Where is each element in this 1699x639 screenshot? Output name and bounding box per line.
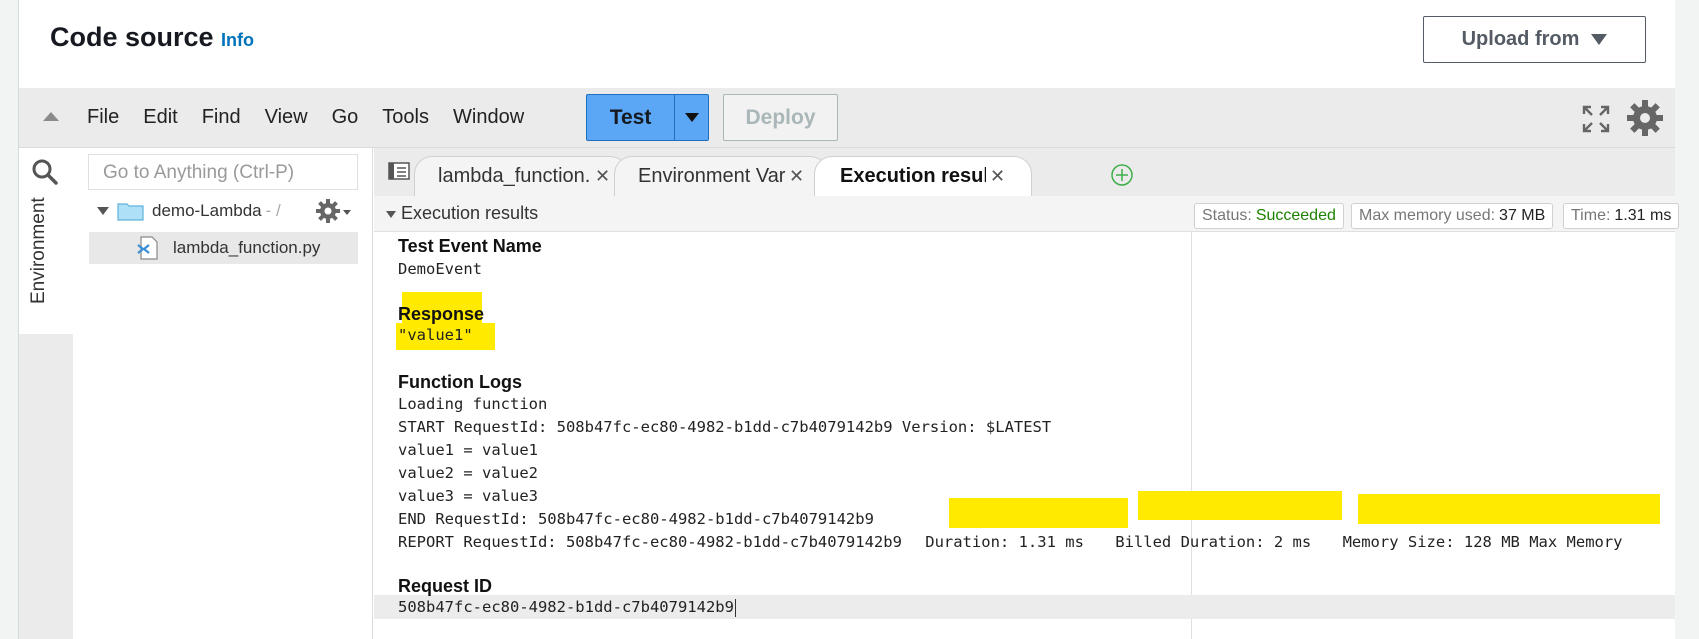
tab-list-icon[interactable] xyxy=(388,162,410,180)
log-line: value2 = value2 xyxy=(398,464,538,482)
request-id-value: 508b47fc-ec80-4982-b1dd-c7b4079142b9 xyxy=(398,598,734,616)
time-badge: Time: 1.31 ms xyxy=(1563,203,1680,229)
folder-path: - / xyxy=(265,201,281,220)
ide-toolbar: File Edit Find View Go Tools Window Test… xyxy=(19,88,1675,148)
status-value: Succeeded xyxy=(1255,207,1336,224)
deploy-button[interactable]: Deploy xyxy=(723,94,838,141)
caret-down-icon[interactable] xyxy=(97,207,109,215)
tab-label: Environment Vari xyxy=(638,164,785,187)
report-billed-duration: Billed Duration: 2 ms xyxy=(1115,533,1312,551)
tree-folder-demo-lambda[interactable]: demo-Lambda - / xyxy=(97,196,281,226)
file-tree-panel: Go to Anything (Ctrl-P) Environment demo… xyxy=(19,148,373,639)
log-line: START RequestId: 508b47fc-ec80-4982-b1dd… xyxy=(398,418,1052,436)
log-line: END RequestId: 508b47fc-ec80-4982-b1dd-c… xyxy=(398,510,874,528)
tab-lambda-function[interactable]: lambda_function. ✕ xyxy=(438,156,610,196)
execution-results-title[interactable]: Execution results xyxy=(401,203,538,224)
caret-down-icon xyxy=(1591,34,1608,45)
log-line: value1 = value1 xyxy=(398,441,538,459)
file-name: lambda_function.py xyxy=(173,238,321,257)
test-event-value: DemoEvent xyxy=(398,260,482,278)
report-duration: Duration: 1.31 ms xyxy=(925,533,1084,551)
tab-environment-variables[interactable]: Environment Vari ✕ xyxy=(638,156,804,196)
time-label: Time: xyxy=(1571,207,1611,224)
report-memory-size: Memory Size: 128 MB Max Memory xyxy=(1342,533,1623,551)
chevron-down-icon[interactable] xyxy=(343,210,351,215)
info-link[interactable]: Info xyxy=(221,30,254,51)
ide-frame: Code source Info Upload from File Edit F… xyxy=(18,0,1680,639)
text-cursor xyxy=(734,598,736,617)
test-button[interactable]: Test xyxy=(587,95,675,140)
menu-view[interactable]: View xyxy=(265,106,308,129)
menu-tools[interactable]: Tools xyxy=(382,106,429,129)
chevron-up-icon[interactable] xyxy=(43,112,59,121)
request-id-line[interactable]: 508b47fc-ec80-4982-b1dd-c7b4079142b9 xyxy=(398,598,736,617)
response-heading: Response xyxy=(398,304,485,324)
test-dropdown-button[interactable] xyxy=(675,95,708,140)
side-rail: Environment xyxy=(19,196,73,639)
gear-icon[interactable] xyxy=(315,198,341,224)
editor-tab-bar: lambda_function. ✕ Environment Vari ✕ Ex… xyxy=(374,148,1675,196)
caret-down-icon[interactable] xyxy=(386,211,396,218)
highlight-memory-size xyxy=(1358,494,1660,524)
caret-down-icon xyxy=(684,113,699,122)
folder-icon xyxy=(117,203,144,221)
report-line: REPORT RequestId: 508b47fc-ec80-4982-b1d… xyxy=(398,533,1623,551)
highlight-duration xyxy=(949,498,1128,528)
execution-results-bar: Execution results Status: Succeeded Max … xyxy=(374,196,1680,232)
log-line: Loading function xyxy=(398,395,548,413)
tab-label: Execution results xyxy=(840,164,986,187)
editor-area: lambda_function. ✕ Environment Vari ✕ Ex… xyxy=(374,148,1680,639)
print-margin xyxy=(1191,232,1192,639)
tab-environment[interactable]: Environment xyxy=(19,196,73,334)
request-id-heading: Request ID xyxy=(398,576,493,596)
python-file-icon xyxy=(137,236,158,260)
tree-file-lambda-function[interactable]: lambda_function.py xyxy=(89,232,358,264)
search-icon[interactable] xyxy=(31,158,59,186)
menu-edit[interactable]: Edit xyxy=(143,106,177,129)
close-icon[interactable]: ✕ xyxy=(789,166,804,187)
memory-value: 37 MB xyxy=(1499,207,1546,224)
fullscreen-icon[interactable] xyxy=(1581,104,1611,134)
menu-file[interactable]: File xyxy=(87,106,119,129)
status-badge: Status: Succeeded xyxy=(1194,203,1344,229)
time-value: 1.31 ms xyxy=(1614,207,1672,224)
upload-from-button[interactable]: Upload from xyxy=(1423,16,1646,63)
tab-label: lambda_function. xyxy=(438,164,591,187)
code-source-header: Code source Info Upload from xyxy=(19,0,1675,88)
highlight-billed-duration xyxy=(1138,491,1342,520)
memory-badge: Max memory used: 37 MB xyxy=(1351,203,1554,229)
close-icon[interactable]: ✕ xyxy=(990,166,1005,187)
environment-tab-label: Environment xyxy=(28,197,49,304)
go-to-anything-input[interactable]: Go to Anything (Ctrl-P) xyxy=(88,154,358,190)
gear-icon[interactable] xyxy=(1625,98,1665,138)
close-icon[interactable]: ✕ xyxy=(595,166,610,187)
menu-bar: File Edit Find View Go Tools Window xyxy=(87,106,548,129)
test-button-group: Test xyxy=(586,94,709,141)
function-logs-heading: Function Logs xyxy=(398,372,522,392)
menu-find[interactable]: Find xyxy=(202,106,241,129)
memory-label: Max memory used: xyxy=(1359,207,1496,224)
report-prefix: REPORT RequestId: 508b47fc-ec80-4982-b1d… xyxy=(398,533,902,551)
test-event-heading: Test Event Name xyxy=(398,236,542,256)
response-value: "value1" xyxy=(398,326,473,344)
execution-output: Test Event Name DemoEvent Response "valu… xyxy=(374,232,1675,639)
menu-window[interactable]: Window xyxy=(453,106,524,129)
menu-go[interactable]: Go xyxy=(332,106,359,129)
log-line: value3 = value3 xyxy=(398,487,538,505)
page-title: Code source xyxy=(50,22,214,52)
upload-from-label: Upload from xyxy=(1461,28,1580,50)
status-label: Status: xyxy=(1202,207,1252,224)
add-tab-icon[interactable] xyxy=(1110,163,1134,187)
tab-execution-results[interactable]: Execution results ✕ xyxy=(840,156,1005,196)
folder-name: demo-Lambda xyxy=(152,201,262,220)
